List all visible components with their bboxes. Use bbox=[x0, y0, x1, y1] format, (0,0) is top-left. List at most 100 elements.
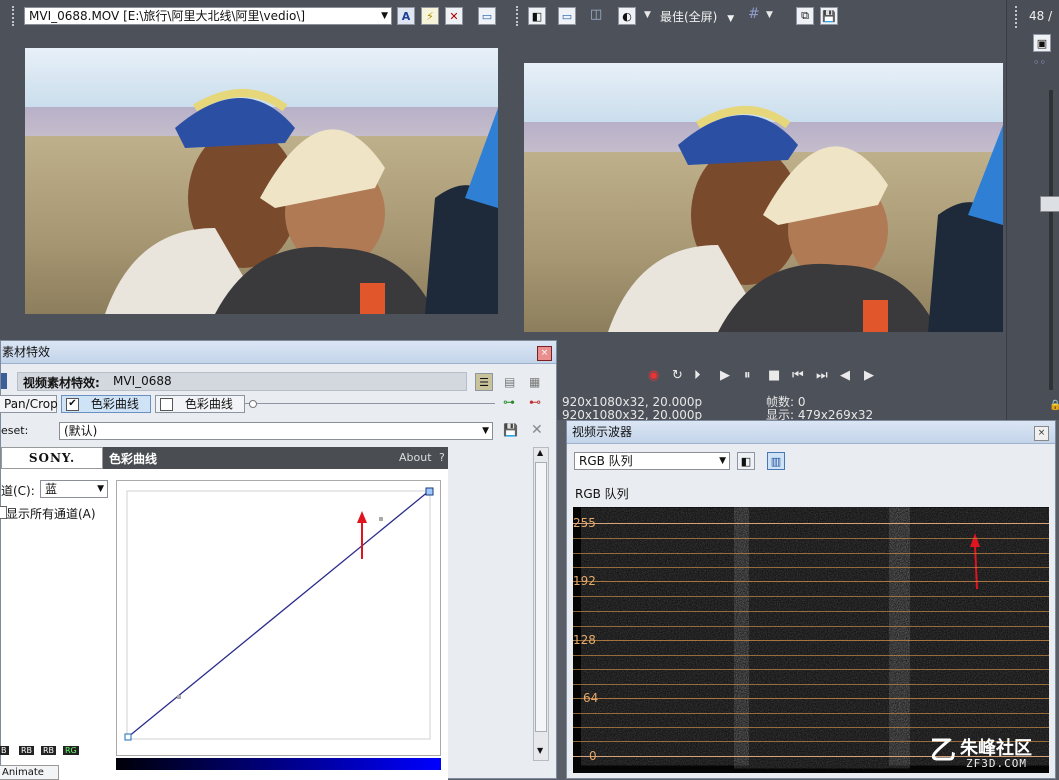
chain-item-label: Pan/Crop bbox=[4, 397, 58, 411]
preview-toolbar: ◧ ▭ ◫ ◐ ▼ 最佳(全屏) ▼ # ▼ ⧉ 💾 bbox=[510, 0, 1006, 32]
channel-dropdown[interactable]: 蓝 ▼ bbox=[40, 480, 108, 498]
grip-handle[interactable] bbox=[516, 6, 521, 26]
annotation-arrowhead bbox=[357, 511, 367, 523]
delete-preset-icon[interactable]: ✕ bbox=[531, 422, 543, 438]
curve-line bbox=[127, 490, 430, 738]
go-to-start-icon[interactable]: ⏮ bbox=[792, 368, 804, 383]
scope-mode-dropdown[interactable]: RGB 队列 ▼ bbox=[574, 452, 730, 470]
previous-frame-icon[interactable]: ◀ bbox=[840, 368, 850, 383]
volume-slider-handle[interactable] bbox=[1040, 196, 1059, 212]
close-icon[interactable]: ✕ bbox=[445, 7, 463, 25]
fx-scrollbar[interactable]: ▲ ▼ bbox=[533, 447, 549, 761]
overlay-icon[interactable]: ◐ bbox=[618, 7, 636, 25]
preset-row: eset: (默认) ▼ 💾 ✕ bbox=[1, 421, 556, 443]
source-toolbar: MVI_0688.MOV [E:\旅行\阿里大北线\阿里\vedio\] ▼ A… bbox=[0, 0, 510, 32]
chain-item-pan-crop[interactable]: Pan/Crop bbox=[0, 395, 58, 413]
y-tick-128: 128 bbox=[573, 633, 596, 647]
stop-icon[interactable]: ■ bbox=[768, 368, 780, 383]
bottom-tab-animate[interactable]: Animate bbox=[0, 765, 59, 780]
channel-chip[interactable]: RB bbox=[19, 746, 35, 755]
split-screen-icon[interactable]: ◫ bbox=[590, 7, 602, 22]
channel-value: 蓝 bbox=[45, 482, 58, 496]
checkbox-checked-icon[interactable]: ✔ bbox=[66, 398, 79, 411]
lightning-icon[interactable]: ⚡ bbox=[421, 7, 439, 25]
fx-icon[interactable] bbox=[1, 373, 7, 389]
watermark-logo-icon: 乙 bbox=[930, 736, 957, 766]
play-from-start-icon[interactable]: ⏵ bbox=[694, 368, 701, 383]
channel-chip[interactable]: RG bbox=[63, 746, 79, 755]
external-monitor-icon[interactable]: ▭ bbox=[558, 7, 576, 25]
curve-graph[interactable] bbox=[116, 480, 441, 756]
pause-icon[interactable]: ⏸ bbox=[744, 368, 751, 383]
preview-panel: ◧ ▭ ◫ ◐ ▼ 最佳(全屏) ▼ # ▼ ⧉ 💾 ◉ ↻ ⏵ ▶ ⏸ ■ ⏮… bbox=[510, 0, 1006, 422]
fx-window-title: 素材特效 bbox=[2, 345, 51, 359]
quality-dropdown[interactable]: 最佳(全屏) ▼ bbox=[660, 8, 734, 25]
next-frame-icon[interactable]: ▶ bbox=[864, 368, 874, 383]
scope-settings-icon[interactable]: ◧ bbox=[737, 452, 755, 470]
text-tool-icon[interactable]: A bbox=[397, 7, 415, 25]
chevron-down-icon: ▼ bbox=[482, 426, 489, 436]
scope-window-title: 视频示波器 bbox=[572, 425, 633, 439]
chain-item-label: 色彩曲线 bbox=[184, 397, 233, 411]
view-list-icon[interactable]: ☰ bbox=[475, 373, 493, 391]
plugin-header: SONY. 色彩曲线 About ? bbox=[1, 447, 448, 469]
preview-properties-icon[interactable]: ◧ bbox=[528, 7, 546, 25]
transport-bar: ◉ ↻ ⏵ ▶ ⏸ ■ ⏮ ⏭ ◀ ▶ bbox=[640, 368, 900, 388]
scroll-down-icon[interactable]: ▼ bbox=[537, 746, 543, 755]
loop-icon[interactable]: ↻ bbox=[672, 368, 683, 383]
channel-chip[interactable]: RB bbox=[41, 746, 57, 755]
fx-header-row: 视频素材特效: MVI_0688 ☰ ▤ ▦ bbox=[1, 371, 556, 393]
channel-chip[interactable]: B bbox=[0, 746, 9, 755]
grip-handle[interactable] bbox=[1015, 6, 1020, 28]
view-grid-icon[interactable]: ▦ bbox=[529, 375, 540, 389]
checkbox-unchecked-icon[interactable] bbox=[160, 398, 173, 411]
scope-window-titlebar[interactable]: 视频示波器 × bbox=[567, 421, 1055, 444]
record-icon[interactable]: ◉ bbox=[648, 368, 659, 383]
chevron-down-icon: ▼ bbox=[727, 14, 735, 24]
chain-item-color-curves-1[interactable]: ✔ 色彩曲线 bbox=[61, 395, 151, 413]
grid-dropdown-icon[interactable]: ▼ bbox=[766, 10, 773, 20]
channel-chips: B RB RB RG bbox=[0, 746, 111, 760]
lock-icon[interactable]: 🔒 bbox=[1049, 400, 1059, 411]
sony-logo: SONY. bbox=[1, 447, 103, 469]
scroll-thumb[interactable] bbox=[535, 462, 547, 732]
remove-plugin-icon[interactable]: ⊷ bbox=[529, 395, 541, 409]
overlay-dropdown-icon[interactable]: ▼ bbox=[644, 10, 651, 20]
volume-slider-track[interactable] bbox=[1049, 90, 1053, 390]
frame-value: 0 bbox=[797, 395, 806, 409]
people-photo-illustration bbox=[105, 89, 498, 314]
monitor-icon[interactable]: ▭ bbox=[478, 7, 496, 25]
scope-window-close-button[interactable]: × bbox=[1034, 426, 1049, 441]
about-link[interactable]: About ? bbox=[399, 451, 445, 464]
watermark-sub: ZF3D.COM bbox=[966, 757, 1027, 770]
plugin-title: 色彩曲线 bbox=[109, 452, 158, 466]
grip-handle[interactable] bbox=[12, 6, 17, 26]
fit-icon[interactable]: ▣ bbox=[1033, 34, 1051, 52]
scope-mode-value: RGB 队列 bbox=[579, 454, 633, 468]
y-tick-192: 192 bbox=[573, 574, 596, 588]
keyframe-icon[interactable]: ◦◦ bbox=[1033, 56, 1046, 69]
grid-icon[interactable]: # bbox=[748, 6, 760, 22]
go-to-end-icon[interactable]: ⏭ bbox=[816, 368, 828, 383]
chain-connector-end bbox=[249, 400, 257, 408]
curve-handle bbox=[379, 517, 383, 521]
scope-section-label: RGB 队列 bbox=[575, 487, 629, 501]
chain-item-color-curves-2[interactable]: 色彩曲线 bbox=[155, 395, 245, 413]
clip-dropdown[interactable]: MVI_0688.MOV [E:\旅行\阿里大北线\阿里\vedio\] ▼ bbox=[24, 7, 392, 25]
fx-window-titlebar[interactable]: 素材特效 × bbox=[1, 341, 556, 364]
source-frame-image bbox=[25, 48, 498, 314]
scope-update-icon[interactable]: ▥ bbox=[767, 452, 785, 470]
chain-item-label: 色彩曲线 bbox=[90, 397, 139, 411]
chain-connector bbox=[245, 403, 495, 404]
scroll-up-icon[interactable]: ▲ bbox=[537, 448, 543, 457]
chevron-down-icon: ▼ bbox=[381, 11, 388, 21]
y-tick-0: 0 bbox=[589, 749, 597, 763]
save-snapshot-icon[interactable]: 💾 bbox=[820, 7, 838, 25]
save-preset-icon[interactable]: 💾 bbox=[503, 423, 518, 437]
preset-dropdown[interactable]: (默认) ▼ bbox=[59, 422, 493, 440]
copy-snapshot-icon[interactable]: ⧉ bbox=[796, 7, 814, 25]
play-icon[interactable]: ▶ bbox=[720, 368, 730, 383]
fx-window-close-button[interactable]: × bbox=[537, 346, 552, 361]
view-detail-icon[interactable]: ▤ bbox=[504, 375, 515, 389]
add-plugin-icon[interactable]: ⊶ bbox=[503, 395, 515, 409]
